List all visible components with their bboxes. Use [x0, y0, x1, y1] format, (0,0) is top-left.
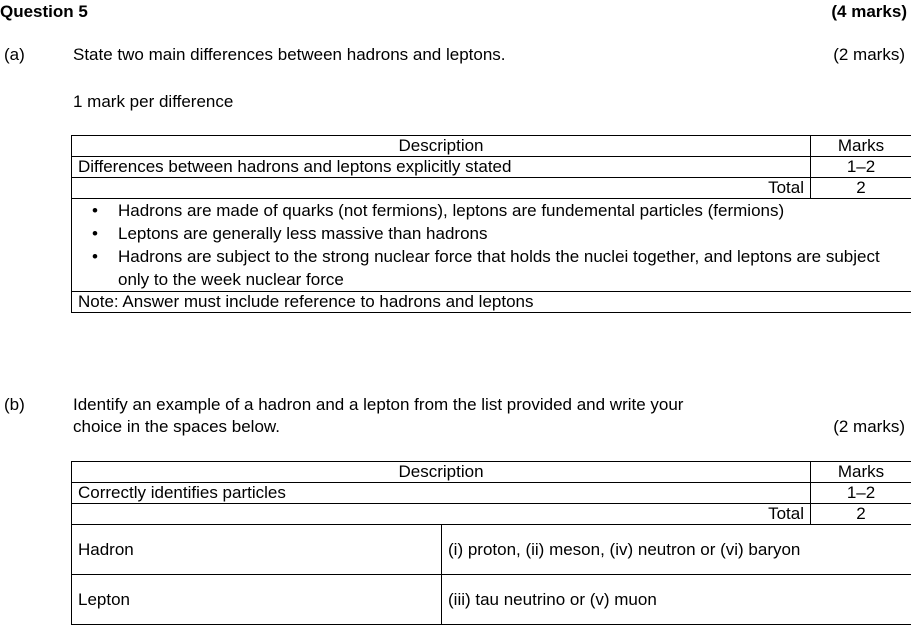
criterion-marks: 1–2 [810, 156, 911, 178]
criterion-text: Correctly identifies particles [70, 482, 812, 504]
part-b-prompt-line1: Identify an example of a hadron and a le… [73, 395, 684, 414]
part-a-prompt: State two main differences between hadro… [73, 45, 506, 64]
part-a-marks: (2 marks) [833, 45, 905, 64]
marks-header: Marks [810, 135, 911, 157]
footnote: Note: Answer must include reference to h… [71, 291, 911, 313]
criterion-marks: 1–2 [810, 482, 911, 504]
criterion-text: Differences between hadrons and leptons … [71, 156, 811, 178]
answer-bullets: Hadrons are made of quarks (not fermions… [71, 198, 911, 292]
description-header: Description [71, 135, 811, 157]
description-header: Description [70, 461, 812, 483]
marks-header: Marks [810, 461, 911, 483]
total-label: Total [71, 177, 811, 199]
total-label: Total [70, 503, 812, 525]
lepton-label: Lepton [71, 574, 442, 625]
bullet-item: Hadrons are made of quarks (not fermions… [92, 199, 891, 222]
bullet-item: Leptons are generally less massive than … [92, 222, 891, 245]
total-value: 2 [810, 177, 911, 199]
part-b-label: (b) [4, 395, 25, 414]
part-a-label: (a) [4, 45, 25, 64]
part-b-marking-table: Description Marks Correctly identifies p… [70, 461, 911, 625]
question-marks: (4 marks) [831, 2, 907, 21]
part-a-marking-table: Description Marks Differences between ha… [71, 135, 911, 313]
question-title: Question 5 [0, 2, 88, 21]
hadron-answer: (i) proton, (ii) meson, (iv) neutron or … [440, 524, 911, 575]
bullet-item: Hadrons are subject to the strong nuclea… [92, 245, 891, 291]
lepton-answer: (iii) tau neutrino or (v) muon [440, 574, 911, 625]
part-b-prompt-line2: choice in the spaces below. [73, 417, 280, 436]
part-a-note: 1 mark per difference [73, 92, 234, 111]
hadron-label: Hadron [71, 524, 442, 575]
total-value: 2 [810, 503, 911, 525]
part-b-marks: (2 marks) [833, 417, 905, 436]
